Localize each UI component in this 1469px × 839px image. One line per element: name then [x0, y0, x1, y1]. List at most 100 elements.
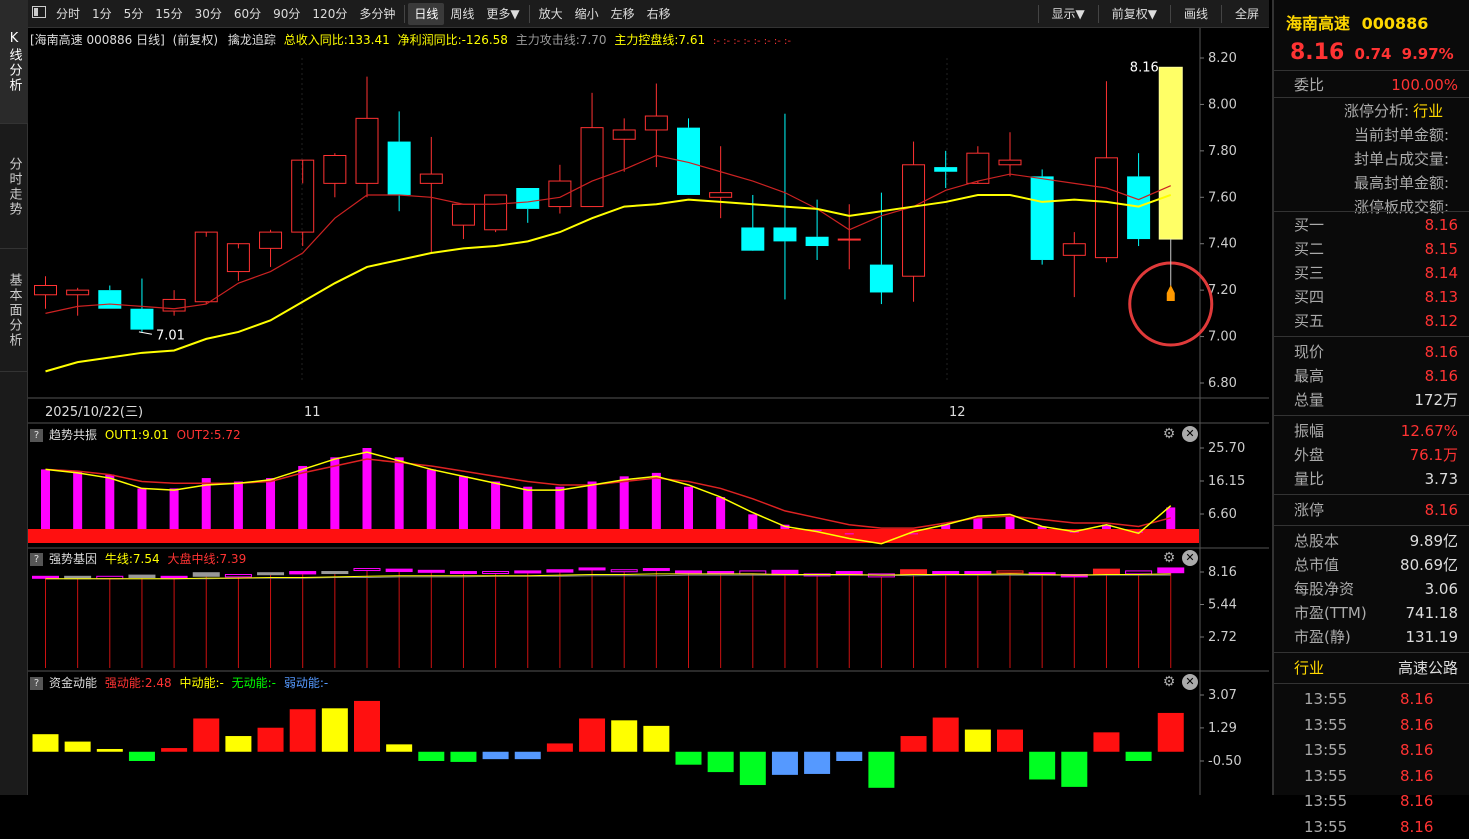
- period-button[interactable]: 日线: [408, 2, 445, 25]
- price-change: 0.74: [1354, 45, 1392, 63]
- stat-row: 市盈(TTM) 741.18: [1274, 601, 1464, 625]
- fund-bar: [900, 736, 927, 752]
- y-tick-label: 1.29: [1208, 721, 1237, 736]
- legend-attack: 主力攻击线:7.70: [515, 33, 607, 47]
- fund-bar: [868, 751, 895, 788]
- candle[interactable]: [1094, 81, 1118, 263]
- legend-title[interactable]: [海南高速 000886 日线]: [30, 33, 165, 47]
- stat-row-value: 76.1万: [1409, 446, 1458, 464]
- period-button[interactable]: 120分: [306, 3, 353, 25]
- period-button[interactable]: 周线: [444, 3, 480, 25]
- tab-k-line[interactable]: K线分析: [0, 0, 28, 124]
- period-button[interactable]: 15分: [149, 3, 188, 25]
- candle[interactable]: [644, 83, 668, 168]
- period-button[interactable]: 60分: [228, 3, 267, 25]
- candle[interactable]: [580, 92, 604, 208]
- fund-bar: [643, 725, 670, 752]
- help-icon[interactable]: ?: [30, 429, 43, 442]
- help-icon[interactable]: ?: [30, 553, 43, 566]
- industry-row[interactable]: 行业 高速公路: [1274, 656, 1464, 680]
- candle[interactable]: [612, 118, 636, 172]
- toolbar-button[interactable]: 画线: [1174, 3, 1218, 25]
- candle[interactable]: [419, 136, 443, 253]
- toolbar-divider: [1220, 4, 1222, 23]
- bid-row-label: 买三: [1294, 264, 1325, 282]
- candle-body: [805, 236, 829, 247]
- candle[interactable]: [1030, 169, 1054, 265]
- candle[interactable]: [934, 150, 958, 188]
- candle[interactable]: [291, 159, 315, 247]
- candle-body: [902, 164, 926, 277]
- candle[interactable]: [34, 276, 57, 309]
- y-tick-label: 6.80: [1208, 376, 1237, 391]
- stat-row-value: 12.67%: [1400, 422, 1458, 440]
- settings-gear-icon[interactable]: ⚙: [1161, 550, 1177, 566]
- tick-time: 13:55: [1304, 817, 1348, 836]
- candle[interactable]: [259, 229, 283, 267]
- settings-gear-icon[interactable]: ⚙: [1161, 674, 1177, 690]
- period-button[interactable]: 1分: [86, 3, 118, 25]
- strength-bar: [128, 574, 156, 578]
- tab-fundamentals[interactable]: 基本面分析: [0, 250, 28, 372]
- period-button[interactable]: 缩小: [569, 3, 605, 25]
- candle[interactable]: [162, 290, 186, 316]
- candle[interactable]: [902, 141, 926, 302]
- fund-bar: [96, 748, 123, 752]
- candle[interactable]: [387, 111, 411, 212]
- candle[interactable]: [1062, 232, 1086, 298]
- strength-bar: [385, 568, 413, 573]
- candle[interactable]: [966, 146, 990, 184]
- close-icon[interactable]: ✕: [1182, 426, 1198, 442]
- trend-bar: [491, 481, 501, 529]
- settings-gear-icon[interactable]: ⚙: [1161, 426, 1177, 442]
- legend-indicator[interactable]: 擒龙追踪: [228, 33, 276, 47]
- candle[interactable]: [484, 194, 508, 233]
- limit-industry[interactable]: 行业: [1413, 102, 1443, 120]
- toolbar-button[interactable]: 全屏: [1225, 3, 1269, 25]
- panel-title[interactable]: 强势基因: [49, 552, 97, 566]
- strength-bar: [160, 575, 188, 579]
- candle[interactable]: [66, 287, 90, 316]
- period-button[interactable]: 多分钟: [353, 3, 401, 25]
- candle-body: [580, 127, 604, 208]
- toolbar-button[interactable]: 显示▼: [1042, 3, 1095, 25]
- candle[interactable]: [355, 76, 379, 198]
- candle[interactable]: [548, 164, 572, 214]
- candle[interactable]: [998, 132, 1022, 177]
- candle[interactable]: [709, 146, 733, 219]
- sidebar-toggle-icon[interactable]: [28, 3, 50, 25]
- candle[interactable]: [323, 153, 347, 198]
- candle[interactable]: [451, 203, 475, 240]
- period-button[interactable]: 90分: [267, 3, 306, 25]
- period-button[interactable]: 30分: [189, 3, 228, 25]
- tab-intraday[interactable]: 分时走势: [0, 125, 28, 249]
- help-icon[interactable]: ?: [30, 677, 43, 690]
- period-button[interactable]: 放大: [533, 3, 569, 25]
- candle-body: [387, 141, 411, 195]
- panel-title[interactable]: 趋势共振: [49, 428, 97, 442]
- fund-bar: [225, 736, 252, 752]
- candle[interactable]: [516, 188, 540, 223]
- y-tick-label: 7.80: [1208, 144, 1237, 159]
- month-label: 11: [304, 405, 321, 420]
- close-icon[interactable]: ✕: [1182, 674, 1198, 690]
- divider: [1274, 336, 1469, 337]
- period-button[interactable]: 更多▼: [480, 3, 525, 25]
- toolbar-button[interactable]: 前复权▼: [1102, 3, 1167, 25]
- candle[interactable]: [1158, 66, 1183, 240]
- stat-row-value: 741.18: [1405, 604, 1459, 622]
- y-tick-label: 7.00: [1208, 330, 1237, 345]
- candle[interactable]: [677, 118, 700, 195]
- period-button[interactable]: 右移: [641, 3, 677, 25]
- period-button[interactable]: 分时: [50, 3, 86, 25]
- candle[interactable]: [226, 243, 250, 281]
- period-button[interactable]: 左移: [605, 3, 641, 25]
- legend-adj[interactable]: (前复权): [173, 33, 218, 47]
- period-button[interactable]: 5分: [118, 3, 150, 25]
- stat-row-label: 涨停: [1294, 501, 1325, 519]
- close-icon[interactable]: ✕: [1182, 550, 1198, 566]
- candle[interactable]: [194, 231, 218, 305]
- fund-bar: [1093, 732, 1120, 752]
- strength-bar: [610, 569, 638, 573]
- panel-title[interactable]: 资金动能: [49, 676, 97, 690]
